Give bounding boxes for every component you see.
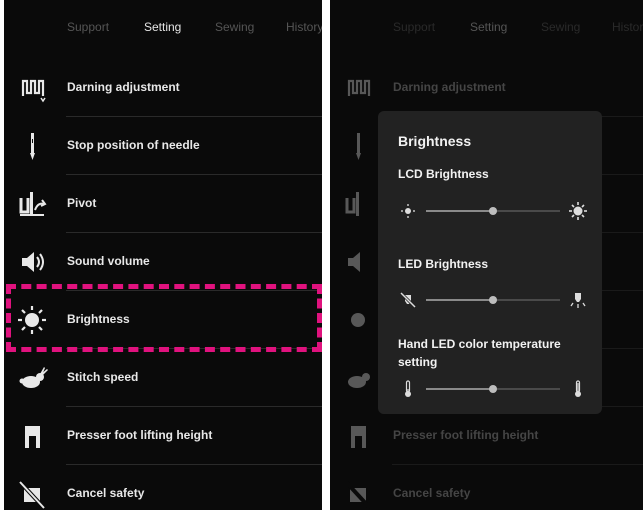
menu-label: Cancel safety (393, 486, 471, 500)
tab-history[interactable]: History (612, 20, 643, 34)
led-on-icon[interactable] (568, 290, 588, 310)
tab-bar: Support Setting Sewing History (330, 0, 643, 55)
hand-led-color-temperature-slider[interactable] (398, 379, 588, 399)
speaker-icon (340, 246, 376, 278)
led-off-icon[interactable] (398, 290, 418, 310)
cancel-safety-icon (340, 478, 376, 510)
settings-screen-with-dialog: Support Setting Sewing History Darning a… (330, 0, 643, 510)
darning-icon (340, 72, 376, 104)
slider-fill (426, 210, 493, 212)
menu-item-pivot[interactable]: Pivot (4, 175, 322, 233)
menu-label: Darning adjustment (67, 80, 180, 94)
menu-item-darning[interactable]: Darning adjustment (330, 59, 643, 117)
slider-fill (426, 388, 493, 390)
tab-support[interactable]: Support (393, 20, 435, 34)
menu-label: Brightness (67, 312, 130, 326)
brightness-dialog: Brightness LCD Brightness LED Brightness (378, 111, 602, 414)
thermometer-low-icon[interactable] (398, 379, 418, 399)
lcd-brightness-slider[interactable] (398, 201, 588, 221)
presser-foot-icon (340, 420, 376, 452)
cancel-safety-icon (14, 478, 50, 510)
menu-item-needle-stop[interactable]: Stop position of needle (4, 117, 322, 175)
menu-item-sound[interactable]: Sound volume (4, 233, 322, 291)
rabbit-icon (14, 362, 50, 394)
tab-sewing[interactable]: Sewing (541, 20, 580, 34)
slider-track[interactable] (426, 207, 560, 215)
speaker-icon (14, 246, 50, 278)
tab-sewing[interactable]: Sewing (215, 20, 254, 34)
menu-label: Sound volume (67, 254, 150, 268)
hand-led-color-temperature-label: Hand LED color temperature setting (398, 337, 561, 369)
slider-fill (426, 299, 493, 301)
menu-label: Pivot (67, 196, 97, 210)
led-brightness-slider[interactable] (398, 290, 588, 310)
menu-label: Stop position of needle (67, 138, 200, 152)
sun-icon (340, 304, 376, 336)
settings-screen: Support Setting Sewing History Darning a… (4, 0, 322, 510)
menu-item-presser-foot[interactable]: Presser foot lifting height (330, 407, 643, 465)
menu-label: Darning adjustment (393, 80, 506, 94)
slider-knob[interactable] (489, 385, 497, 393)
menu-label: Presser foot lifting height (393, 428, 539, 442)
menu-item-cancel-safety[interactable]: Cancel safety (330, 465, 643, 510)
menu-label: Presser foot lifting height (67, 428, 213, 442)
slider-track[interactable] (426, 385, 560, 393)
tab-bar: Support Setting Sewing History (4, 0, 322, 55)
menu-label: Stitch speed (67, 370, 139, 384)
menu-item-cancel-safety[interactable]: Cancel safety (4, 465, 322, 510)
needle-icon (14, 130, 50, 162)
darning-icon (14, 72, 50, 104)
slider-knob[interactable] (489, 296, 497, 304)
menu-item-stitch-speed[interactable]: Stitch speed (4, 349, 322, 407)
menu-item-brightness[interactable]: Brightness (4, 291, 322, 349)
tab-setting[interactable]: Setting (144, 20, 181, 34)
presser-foot-icon (14, 420, 50, 452)
slider-track[interactable] (426, 296, 560, 304)
pivot-icon (14, 188, 50, 220)
menu-item-presser-foot[interactable]: Presser foot lifting height (4, 407, 322, 465)
dialog-title: Brightness (398, 133, 472, 149)
slider-knob[interactable] (489, 207, 497, 215)
rabbit-icon (340, 362, 376, 394)
sun-icon (14, 304, 50, 336)
pivot-icon (340, 188, 376, 220)
tab-history[interactable]: History (286, 20, 322, 34)
lcd-brightness-label: LCD Brightness (398, 167, 489, 181)
menu-label: Cancel safety (67, 486, 145, 500)
thermometer-high-icon[interactable] (568, 379, 588, 399)
led-brightness-label: LED Brightness (398, 257, 489, 271)
tab-support[interactable]: Support (67, 20, 109, 34)
tab-setting[interactable]: Setting (470, 20, 507, 34)
sun-large-icon[interactable] (568, 201, 588, 221)
needle-icon (340, 130, 376, 162)
sun-small-icon[interactable] (398, 201, 418, 221)
menu-item-darning[interactable]: Darning adjustment (4, 59, 322, 117)
